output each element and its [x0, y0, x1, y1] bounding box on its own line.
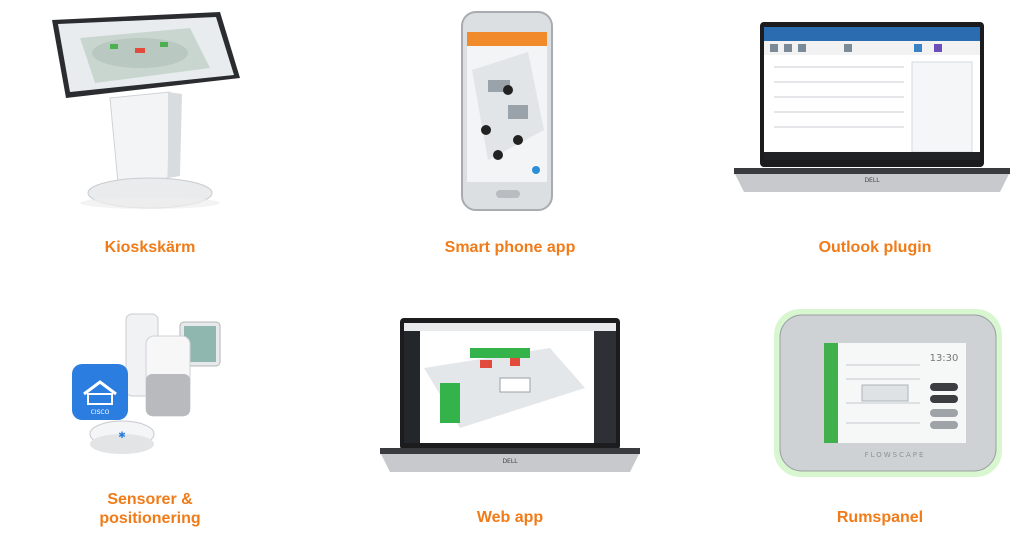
laptop-webapp-image: DELL	[380, 318, 640, 472]
caption-sensors: Sensorer & positionering	[99, 491, 201, 527]
caption-roomspanel: Rumspanel	[836, 509, 924, 526]
panel-brand-logo: FLOWSCAPE	[865, 451, 926, 459]
caption-kiosk: Kioskskärm	[104, 239, 196, 256]
kiosk-image	[52, 12, 240, 209]
room-panel-image: 13:30 FLOWSCAPE	[774, 309, 1002, 477]
panel-clock: 13:30	[930, 353, 959, 364]
caption-smartphone: Smart phone app	[444, 239, 576, 256]
smartphone-image	[461, 11, 553, 211]
laptop-brand-logo: DELL	[864, 177, 880, 184]
laptop-brand-logo-2: DELL	[502, 458, 518, 465]
caption-webapp: Web app	[476, 509, 544, 526]
sensor-devices-image: CISCO ✱	[72, 313, 221, 454]
laptop-outlook-image: DELL	[734, 22, 1010, 192]
cisco-logo: CISCO	[91, 409, 110, 416]
caption-outlook: Outlook plugin	[818, 239, 932, 256]
svg-text:✱: ✱	[118, 430, 126, 440]
